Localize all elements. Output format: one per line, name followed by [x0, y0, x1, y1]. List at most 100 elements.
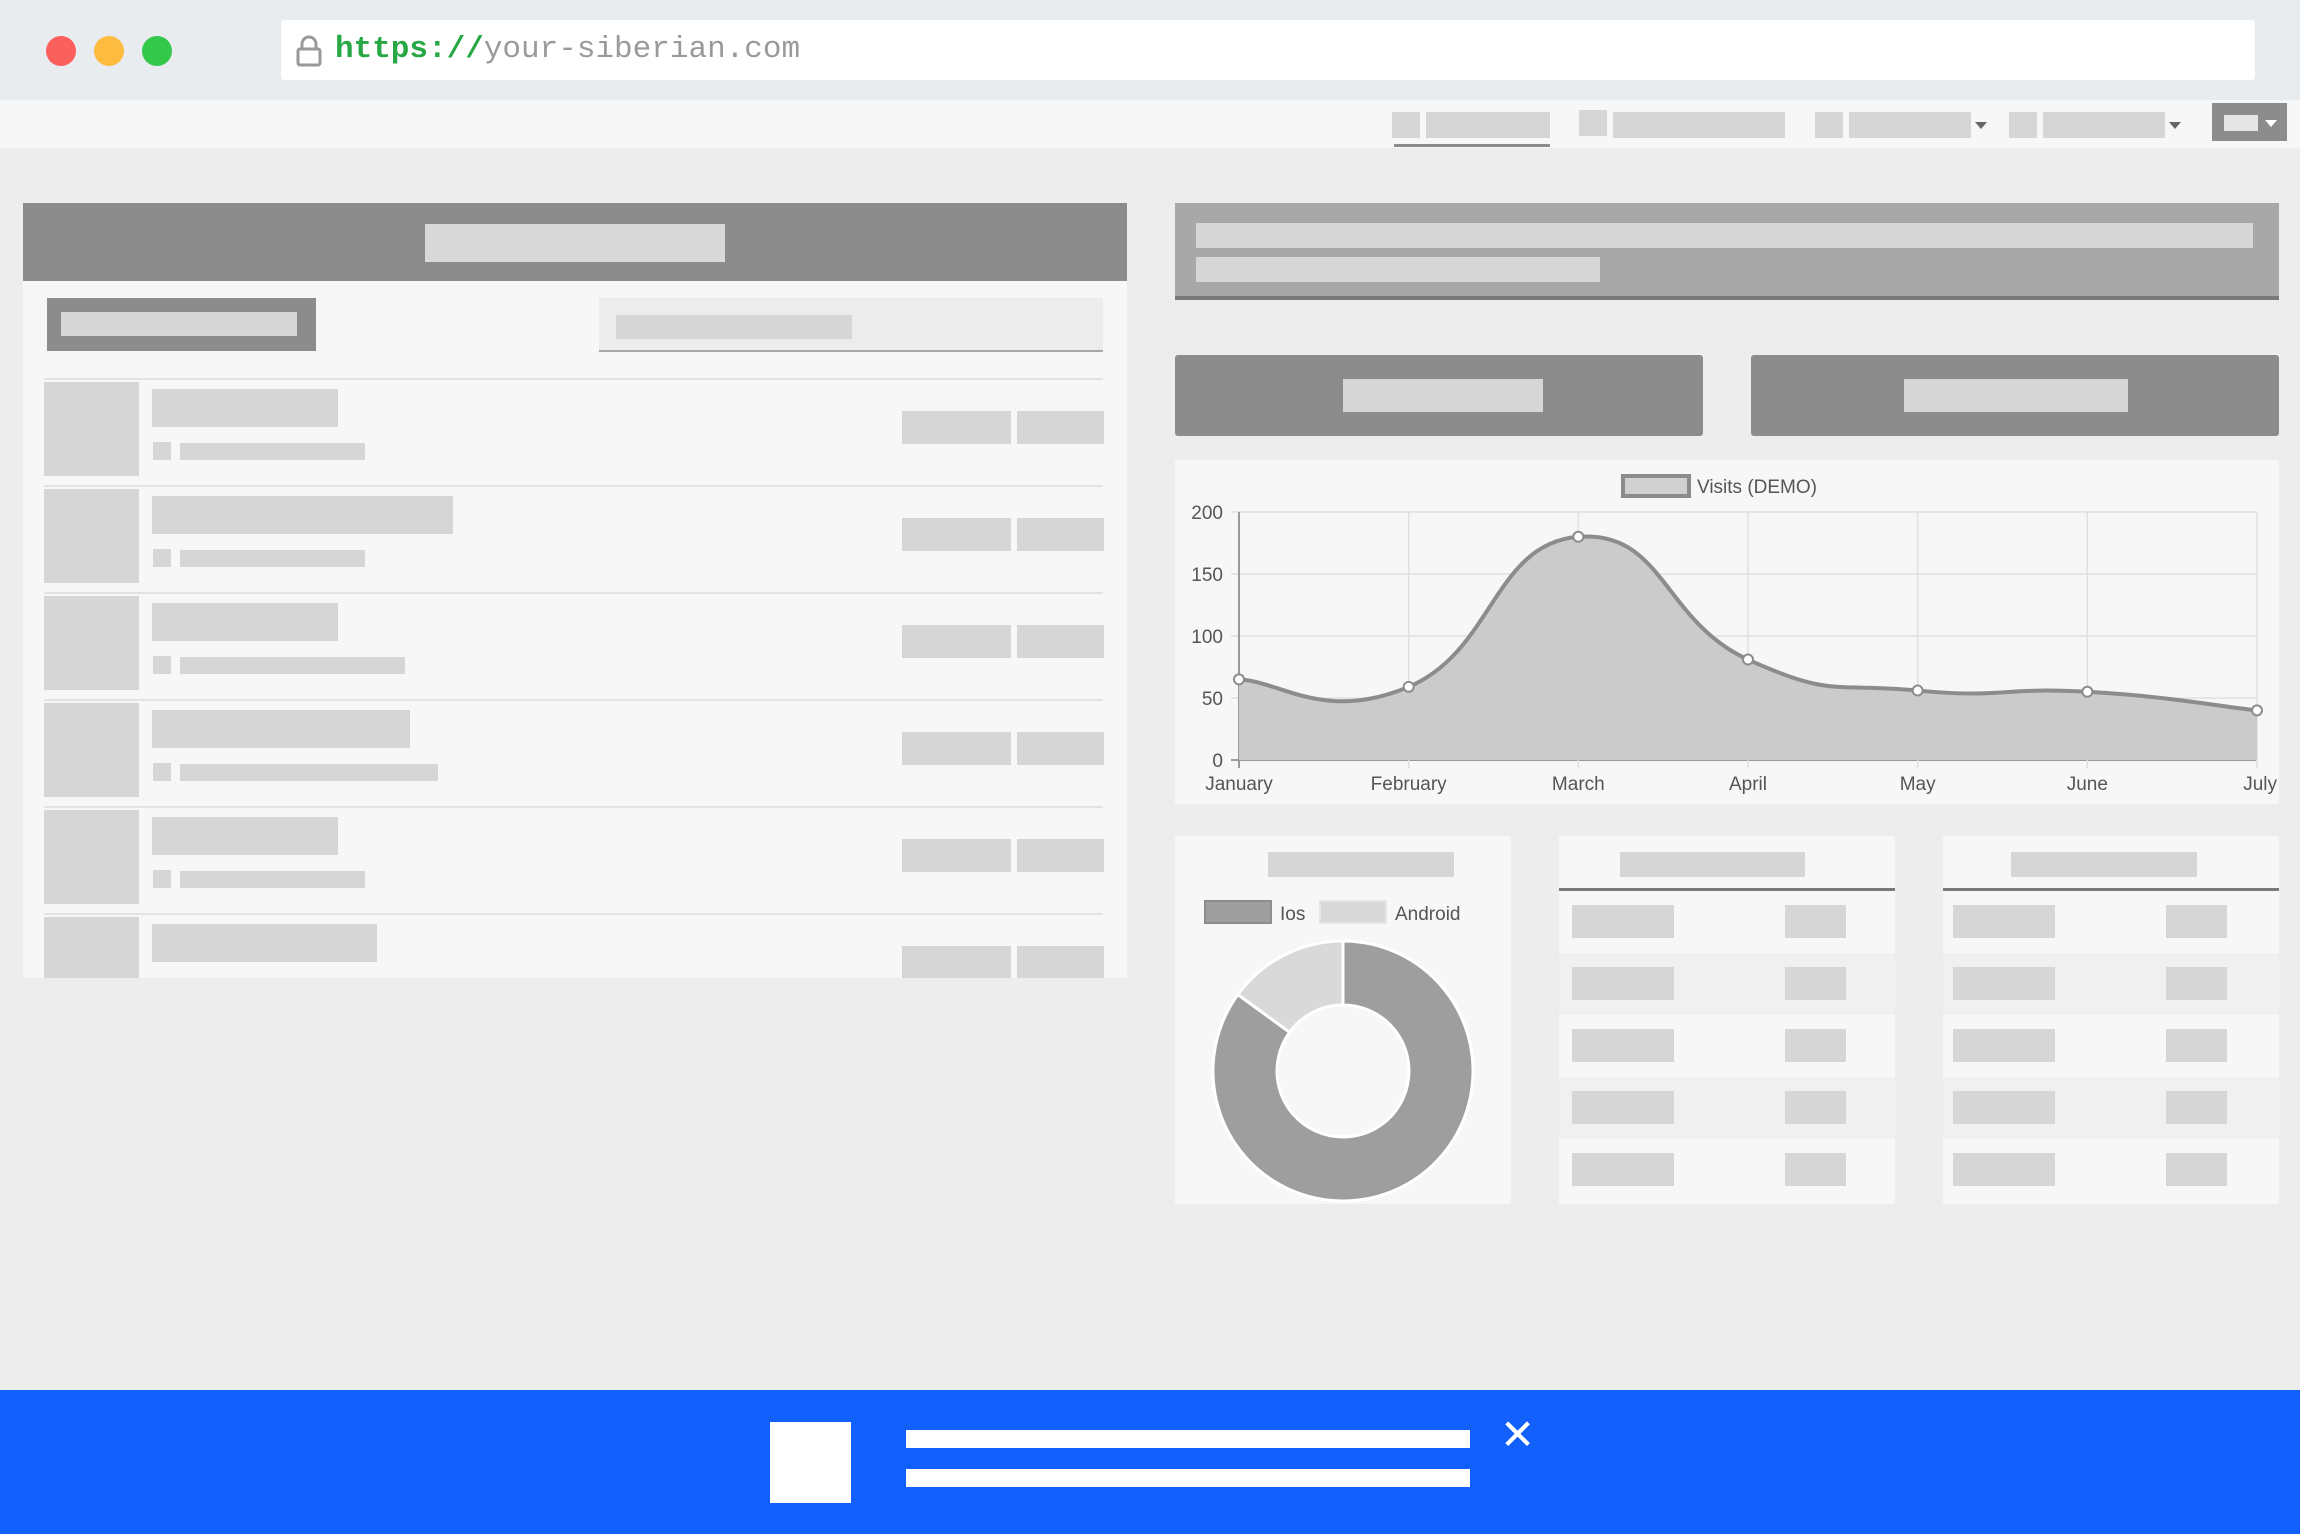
list-item-meta-icon: [153, 870, 171, 888]
nav-item-label: [1613, 112, 1785, 138]
banner-text-line-1: [906, 1430, 1470, 1448]
list-item-title: [152, 924, 377, 962]
list-panel-header: [23, 203, 1127, 281]
list-item-edit-button[interactable]: [902, 625, 1011, 658]
list-item[interactable]: [23, 487, 1127, 591]
nav-item-1[interactable]: [1392, 110, 1552, 150]
x-tick-label: March: [1552, 774, 1605, 795]
info-header-panel: [1175, 203, 2279, 300]
list-item-delete-button[interactable]: [1017, 946, 1104, 978]
data-point-june[interactable]: [2081, 685, 2094, 698]
visits-chart-panel: Visits (DEMO) 0 50 100 150 200 January Februa…: [1175, 460, 2279, 804]
legend-label-android: Android: [1395, 904, 1461, 925]
list-item-edit-button[interactable]: [902, 732, 1011, 765]
table-cell-label: [1953, 1029, 2055, 1062]
list-item-delete-button[interactable]: [1017, 411, 1104, 444]
platform-donut-chart: Ios Android: [1204, 900, 1475, 1203]
table-cell-value: [2166, 1029, 2227, 1062]
list-item[interactable]: [23, 594, 1127, 698]
list-item-title: [152, 496, 453, 534]
list-search-input[interactable]: [599, 298, 1103, 352]
address-bar[interactable]: https://your-siberian.com: [281, 20, 2255, 80]
lock-icon: [295, 34, 323, 68]
y-tick-label: 0: [1212, 751, 1223, 772]
list-action-label: [61, 312, 297, 336]
list-item-meta-icon: [153, 656, 171, 674]
banner-close-icon[interactable]: ✕: [1500, 1413, 1535, 1457]
list-item-subtitle: [180, 764, 438, 781]
nav-item-icon: [1579, 110, 1607, 136]
browser-toolbar: https://your-siberian.com: [0, 0, 2300, 100]
list-item-delete-button[interactable]: [1017, 518, 1104, 551]
stats-table-2-header: [1943, 836, 2279, 891]
x-tick-label: June: [2067, 774, 2108, 795]
window-minimize-button[interactable]: [94, 36, 124, 66]
list-item-delete-button[interactable]: [1017, 839, 1104, 872]
list-item-title: [152, 710, 410, 748]
legend-swatch-ios: [1204, 900, 1272, 924]
chevron-down-icon: [2265, 120, 2277, 127]
x-tick-label: July: [2243, 774, 2277, 795]
data-point-march[interactable]: [1572, 530, 1585, 543]
list-item-subtitle: [180, 657, 405, 674]
list-item[interactable]: [23, 701, 1127, 805]
secondary-action-button[interactable]: [1751, 355, 2279, 436]
list-search-placeholder: [616, 315, 852, 339]
y-tick-label: 150: [1191, 565, 1223, 586]
x-tick-label: February: [1371, 774, 1448, 795]
data-point-february[interactable]: [1402, 680, 1415, 693]
list-item-thumbnail: [44, 489, 139, 583]
url-text: https://your-siberian.com: [335, 32, 800, 68]
table-row: [1943, 1077, 2279, 1139]
window-close-button[interactable]: [46, 36, 76, 66]
stats-table-2-title: [2011, 852, 2197, 877]
data-point-may[interactable]: [1911, 684, 1924, 697]
table-cell-label: [1572, 1153, 1674, 1186]
window-zoom-button[interactable]: [142, 36, 172, 66]
table-cell-value: [1785, 1153, 1846, 1186]
table-cell-label: [1953, 905, 2055, 938]
url-host: your-siberian.com: [483, 32, 801, 67]
data-point-july[interactable]: [2251, 704, 2263, 717]
list-item-thumbnail: [44, 703, 139, 797]
legend-label-visits: Visits (DEMO): [1697, 477, 1817, 498]
y-tick-label: 200: [1191, 503, 1223, 524]
list-item-edit-button[interactable]: [902, 946, 1011, 978]
list-item-delete-button[interactable]: [1017, 625, 1104, 658]
donut-legend: Ios Android: [1204, 900, 1461, 925]
list-item-thumbnail: [44, 917, 139, 978]
banner-text-line-2: [906, 1469, 1470, 1487]
nav-dropdown-2[interactable]: [2009, 110, 2181, 140]
nav-active-underline: [1394, 144, 1550, 147]
list-item-thumbnail: [44, 382, 139, 476]
table-cell-value: [2166, 905, 2227, 938]
list-item-meta-icon: [153, 763, 171, 781]
list-item[interactable]: [23, 915, 1127, 978]
list-item-edit-button[interactable]: [902, 411, 1011, 444]
x-tick-label: January: [1205, 774, 1273, 795]
table-row: [1943, 953, 2279, 1015]
stats-table-2: [1943, 836, 2279, 1204]
list-item-edit-button[interactable]: [902, 518, 1011, 551]
nav-item-icon: [1815, 112, 1843, 138]
table-cell-label: [1953, 967, 2055, 1000]
user-menu-button[interactable]: [2212, 103, 2287, 141]
data-point-april[interactable]: [1742, 653, 1754, 666]
list-item[interactable]: [23, 380, 1127, 484]
list-item[interactable]: [23, 808, 1127, 912]
y-tick-label: 50: [1202, 689, 1223, 710]
stats-table-1: [1559, 836, 1895, 1204]
primary-action-button[interactable]: [1175, 355, 1703, 436]
nav-item-icon: [1392, 112, 1420, 138]
primary-action-label: [1343, 379, 1543, 412]
data-point-january[interactable]: [1233, 673, 1245, 686]
list-item-delete-button[interactable]: [1017, 732, 1104, 765]
list-panel: [23, 203, 1127, 978]
legend-swatch-android: [1319, 900, 1387, 924]
list-action-button[interactable]: [47, 298, 316, 351]
table-row: [1559, 1015, 1895, 1077]
nav-item-2[interactable]: [1579, 110, 1785, 140]
list-item-edit-button[interactable]: [902, 839, 1011, 872]
user-menu-label: [2224, 115, 2258, 131]
nav-dropdown-1[interactable]: [1815, 110, 1987, 140]
